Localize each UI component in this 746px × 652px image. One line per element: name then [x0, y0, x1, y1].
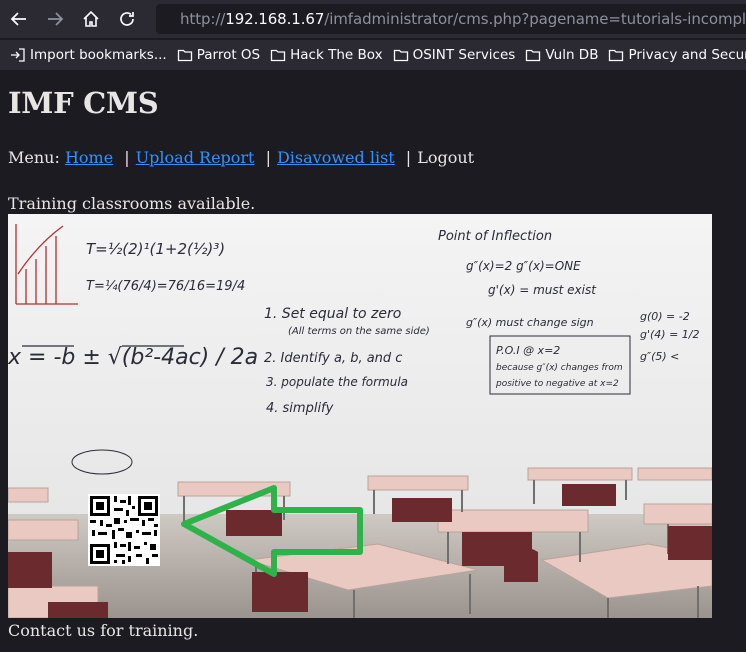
formula-line-1: T=½(2)¹(1+2(½)³): [86, 240, 225, 258]
url-prefix: http://: [180, 10, 226, 28]
menu-separator: |: [124, 148, 130, 167]
page-content: IMF CMS Menu: Home | Upload Report | Disav…: [0, 70, 746, 652]
poi-title: Point of Inflection: [438, 229, 552, 244]
classroom-illustration: T=½(2)¹(1+2(½)³) T=¼(76/4)=76/16=19/4 x …: [8, 214, 712, 618]
bookmark-label: Privacy and Security: [628, 47, 746, 63]
page-title: IMF CMS: [8, 86, 159, 120]
poi-line-2: g'(x) = must exist: [488, 283, 597, 297]
poi-box-line-2: because g″(x) changes from: [496, 363, 623, 373]
menu-separator: |: [265, 148, 271, 167]
step-4: 4. simplify: [266, 401, 334, 416]
poi-line-3: g″(x) must change sign: [466, 316, 594, 329]
right-note-3: g″(5) <: [640, 350, 679, 363]
menu-disavowed-list-link[interactable]: Disavowed list: [277, 148, 395, 167]
step-3: 3. populate the formula: [266, 375, 408, 389]
menu-prefix: Menu:: [8, 148, 60, 167]
folder-icon: [526, 49, 541, 62]
chair: [8, 552, 52, 588]
formula-line-2: T=¼(76/4)=76/16=19/4: [86, 279, 245, 294]
poi-box-line-1: P.O.I @ x=2: [496, 344, 560, 357]
folder-icon: [177, 49, 192, 62]
chair: [252, 572, 308, 612]
intro-text: Training classrooms available.: [8, 194, 256, 213]
desk: [643, 503, 712, 525]
desk: [527, 467, 633, 481]
quadratic-formula: x = -b ± √(b²-4ac) / 2a: [8, 345, 258, 370]
back-button[interactable]: [2, 3, 36, 35]
bookmark-label: Import bookmarks...: [30, 47, 167, 63]
bookmark-label: Parrot OS: [196, 47, 261, 63]
qr-code[interactable]: [88, 494, 160, 566]
import-icon: [11, 48, 25, 62]
main-menu: Menu: Home | Upload Report | Disavowed lis…: [8, 148, 474, 167]
bookmarks-toolbar: Import bookmarks... Parrot OS Hack The B…: [0, 40, 746, 70]
desk: [367, 475, 469, 491]
right-note-1: g(0) = -2: [640, 310, 690, 323]
menu-upload-report-link[interactable]: Upload Report: [136, 148, 255, 167]
chair: [392, 498, 452, 522]
url-host: 192.168.1.67: [225, 10, 325, 28]
step-2: 2. Identify a, b, and c: [264, 351, 402, 366]
poi-line-1: g″(x)=2 g″(x)=ONE: [466, 259, 581, 273]
url-text[interactable]: http://192.168.1.67/imfadministrator/cms…: [180, 10, 746, 28]
menu-home-link[interactable]: Home: [65, 148, 113, 167]
menu-separator: |: [405, 148, 412, 167]
chair: [226, 510, 282, 536]
url-path: /imfadministrator/cms.php?pagename=tutor…: [324, 10, 746, 28]
reload-icon: [120, 12, 134, 26]
url-bar[interactable]: http://192.168.1.67/imfadministrator/cms…: [156, 4, 746, 34]
bookmark-hack-the-box[interactable]: Hack The Box: [270, 43, 383, 67]
bookmark-osint-services[interactable]: OSINT Services: [393, 43, 516, 67]
poi-box-line-3: positive to negative at x=2: [495, 379, 619, 389]
contact-text: Contact us for training.: [8, 621, 199, 640]
chair: [668, 526, 712, 560]
forward-button[interactable]: [38, 3, 72, 35]
menu-logout[interactable]: Logout: [417, 148, 474, 167]
chair: [504, 547, 538, 582]
step-1-note: (All terms on the same side): [288, 326, 430, 337]
folder-icon: [609, 49, 624, 62]
bookmark-parrot-os[interactable]: Parrot OS: [177, 43, 260, 67]
desk: [437, 509, 589, 533]
bookmark-import[interactable]: Import bookmarks...: [10, 43, 167, 67]
folder-icon: [393, 49, 408, 62]
step-1: 1. Set equal to zero: [264, 306, 401, 322]
bookmark-vuln-db[interactable]: Vuln DB: [525, 43, 598, 67]
reload-button[interactable]: [110, 3, 144, 35]
home-icon: [83, 10, 99, 27]
back-arrow-icon: [10, 12, 26, 26]
folder-icon: [270, 49, 286, 62]
home-button[interactable]: [74, 3, 108, 35]
bookmark-label: OSINT Services: [412, 47, 516, 63]
chair: [562, 484, 616, 506]
chair: [48, 602, 108, 618]
desk: [8, 487, 49, 503]
browser-toolbar: http://192.168.1.67/imfadministrator/cms…: [0, 0, 746, 38]
classroom-image: T=½(2)¹(1+2(½)³) T=¼(76/4)=76/16=19/4 x …: [8, 214, 712, 618]
bookmark-label: Vuln DB: [545, 47, 599, 63]
bookmark-label: Hack The Box: [290, 47, 383, 63]
desk: [637, 467, 712, 481]
bookmark-privacy-and-security[interactable]: Privacy and Security: [608, 43, 746, 67]
desk: [8, 519, 79, 541]
right-note-2: g'(4) = 1/2: [640, 328, 700, 341]
forward-arrow-icon: [48, 12, 64, 26]
